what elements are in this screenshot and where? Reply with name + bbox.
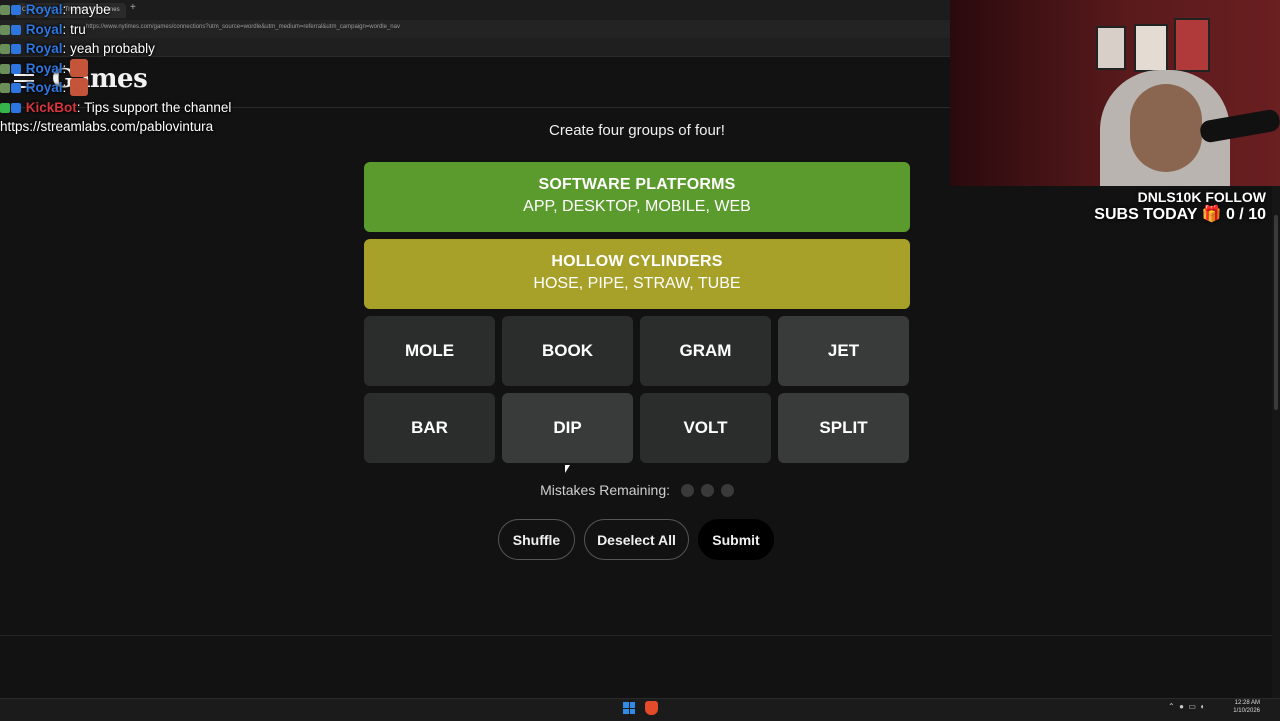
viewer-badge-icon <box>0 44 10 54</box>
chat-message: Royal: tru <box>0 20 231 40</box>
chat-text: yeah probably <box>70 41 155 56</box>
word-tile[interactable]: GRAM <box>640 316 771 386</box>
clock-time: 12:28 AM <box>1234 700 1260 706</box>
taskbar <box>0 698 1280 721</box>
submit-button[interactable]: Submit <box>698 519 774 560</box>
chat-username: Royal <box>25 60 63 76</box>
shuffle-button[interactable]: Shuffle <box>498 519 575 560</box>
emote-icon <box>70 58 89 77</box>
viewer-badge-icon <box>0 5 10 15</box>
viewer-badge-icon <box>0 63 10 74</box>
mistake-dot <box>700 484 714 497</box>
chat-text: tru <box>70 21 86 37</box>
chat-username: Royal <box>25 41 63 56</box>
game-subtitle: Create four groups of four! <box>549 122 725 139</box>
wall-art <box>1096 26 1126 70</box>
solved-words: HOSE, PIPE, STRAW, TUBE <box>533 275 741 292</box>
deselect-all-button[interactable]: Deselect All <box>584 519 689 560</box>
mouse-cursor-icon <box>565 465 570 473</box>
word-tile[interactable]: DIP <box>502 393 633 463</box>
clock-date: 1/10/2026 <box>1233 708 1260 714</box>
chat-username: Royal <box>25 2 63 17</box>
chat-text: maybe <box>70 2 111 17</box>
solved-group: SOFTWARE PLATFORMS APP, DESKTOP, MOBILE,… <box>364 162 910 232</box>
mistake-dot <box>680 484 694 497</box>
mistakes-remaining: Mistakes Remaining: <box>364 482 910 498</box>
chat-username: KickBot <box>25 99 77 115</box>
system-tray[interactable]: ⌃ ● ▭ ◐ <box>1168 702 1205 711</box>
chat-message: Royal: maybe <box>0 0 231 20</box>
chat-separator: : <box>62 21 67 37</box>
sword-badge-icon <box>11 24 21 35</box>
chat-username: Royal <box>25 80 63 95</box>
windows-start-icon[interactable] <box>623 702 635 714</box>
word-tile[interactable]: JET <box>778 316 909 386</box>
taskbar-clock[interactable]: 12:28 AM 1/10/2026 <box>1228 699 1260 715</box>
emote-icon <box>70 78 89 96</box>
chat-message: https://streamlabs.com/pablovintura <box>0 117 231 137</box>
wall-art <box>1174 18 1210 72</box>
viewer-badge-icon <box>0 24 10 35</box>
mistake-dot <box>720 484 734 497</box>
webcam-feed <box>950 0 1280 186</box>
viewer-badge-icon <box>0 83 10 93</box>
chat-separator: : <box>62 60 67 76</box>
solved-group: HOLLOW CYLINDERS HOSE, PIPE, STRAW, TUBE <box>364 239 910 309</box>
streamer-face <box>1130 84 1202 172</box>
solved-category: SOFTWARE PLATFORMS <box>538 176 736 193</box>
sword-badge-icon <box>11 102 21 113</box>
word-tile[interactable]: BAR <box>364 393 495 463</box>
chat-message: KickBot: Tips support the channel <box>0 98 231 118</box>
sword-badge-icon <box>11 83 21 93</box>
chat-username: Royal <box>25 21 63 37</box>
solved-category: HOLLOW CYLINDERS <box>551 253 723 270</box>
scrollbar-thumb[interactable] <box>1274 215 1278 410</box>
chat-separator: : <box>62 2 67 17</box>
follow-goal: DNLS10K FOLLOW <box>1137 189 1266 205</box>
sword-badge-icon <box>11 63 21 74</box>
word-tile[interactable]: BOOK <box>502 316 633 386</box>
chat-message: Royal: <box>0 78 231 98</box>
wall-art <box>1134 24 1168 72</box>
chat-message: Royal: <box>0 58 231 79</box>
subs-goal: SUBS TODAY 🎁 0 / 10 <box>1094 206 1266 223</box>
word-tile[interactable]: VOLT <box>640 393 771 463</box>
chat-overlay: Royal: maybe Royal: tru Royal: yeah prob… <box>0 0 231 137</box>
chat-text: Tips support the channel <box>84 99 232 115</box>
chat-separator: : <box>62 41 67 56</box>
sword-badge-icon <box>11 5 21 15</box>
footer-divider <box>0 635 1272 636</box>
word-tile[interactable]: SPLIT <box>778 393 909 463</box>
chat-separator: : <box>76 99 81 115</box>
word-tile[interactable]: MOLE <box>364 316 495 386</box>
mistakes-label: Mistakes Remaining: <box>540 482 671 498</box>
sword-badge-icon <box>11 44 21 54</box>
mistake-dots <box>674 482 734 498</box>
chat-separator: : <box>62 80 67 95</box>
bot-badge-icon <box>0 102 10 113</box>
brave-browser-icon[interactable] <box>645 701 658 715</box>
solved-words: APP, DESKTOP, MOBILE, WEB <box>523 198 751 215</box>
chat-message: Royal: yeah probably <box>0 39 231 59</box>
chat-link[interactable]: https://streamlabs.com/pablovintura <box>0 119 213 134</box>
